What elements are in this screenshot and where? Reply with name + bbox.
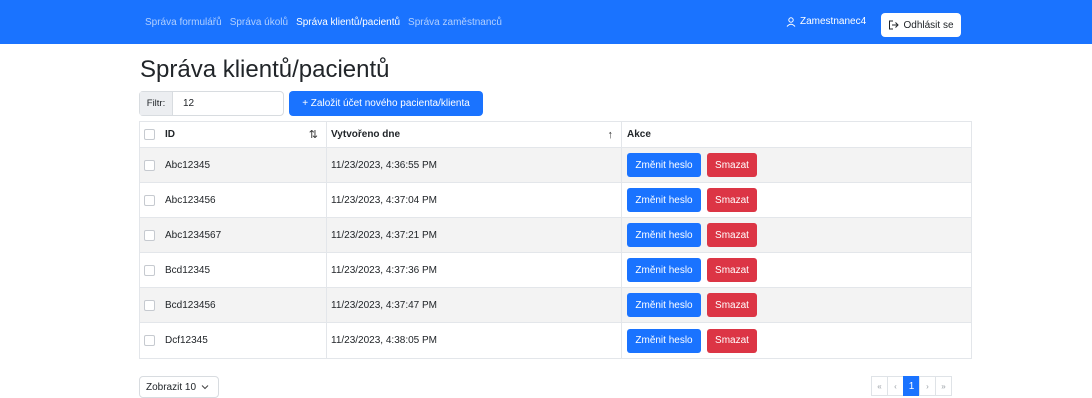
row-actions: Změnit heslo Smazat: [622, 148, 757, 182]
row-select-cell: [140, 183, 159, 217]
nav-link-tasks[interactable]: Správa úkolů: [230, 17, 288, 28]
row-select-cell: [140, 323, 159, 358]
row-created: 11/23/2023, 4:38:05 PM: [327, 323, 622, 358]
row-id: Dcf12345: [159, 323, 327, 358]
nav-user[interactable]: Zamestnanec4: [786, 16, 866, 27]
table-row: Dcf12345 11/23/2023, 4:38:05 PM Změnit h…: [140, 323, 971, 358]
table-header-row: ID ⇅ Vytvořeno dne ↑ Akce: [140, 122, 971, 148]
table-row: Bcd12345 11/23/2023, 4:37:36 PM Změnit h…: [140, 253, 971, 288]
filter-label: Filtr:: [140, 92, 173, 115]
change-password-button[interactable]: Změnit heslo: [627, 223, 701, 247]
user-name: Zamestnanec4: [800, 16, 867, 27]
row-checkbox[interactable]: [144, 264, 155, 276]
table-row: Abc12345 11/23/2023, 4:36:55 PM Změnit h…: [140, 148, 971, 183]
page-size-label: Zobrazit 10: [146, 381, 197, 393]
filter-input[interactable]: [173, 92, 283, 115]
row-id: Abc123456: [159, 183, 327, 217]
row-select-cell: [140, 288, 159, 322]
delete-button[interactable]: Smazat: [707, 188, 757, 212]
nav-links: Správa formulářů Správa úkolů Správa kli…: [145, 0, 502, 44]
page-title: Správa klientů/pacientů: [140, 56, 390, 83]
new-client-button[interactable]: + Založit účet nového pacienta/klienta: [289, 91, 483, 116]
column-header-created[interactable]: Vytvořeno dne ↑: [327, 122, 622, 147]
nav-link-clients[interactable]: Správa klientů/pacientů: [296, 17, 400, 28]
table-row: Abc1234567 11/23/2023, 4:37:21 PM Změnit…: [140, 218, 971, 253]
row-checkbox[interactable]: [144, 335, 155, 346]
row-id: Bcd123456: [159, 288, 327, 322]
row-created: 11/23/2023, 4:37:36 PM: [327, 253, 622, 287]
row-id: Bcd12345: [159, 253, 327, 287]
row-created: 11/23/2023, 4:37:21 PM: [327, 218, 622, 252]
chevron-down-icon: [201, 385, 209, 390]
navbar: Správa formulářů Správa úkolů Správa kli…: [0, 0, 1092, 44]
delete-button[interactable]: Smazat: [707, 258, 757, 282]
delete-button[interactable]: Smazat: [707, 223, 757, 247]
row-created: 11/23/2023, 4:37:04 PM: [327, 183, 622, 217]
pagination: « ‹ 1 › »: [871, 376, 952, 396]
row-actions: Změnit heslo Smazat: [622, 288, 757, 322]
logout-icon: [889, 20, 900, 30]
change-password-button[interactable]: Změnit heslo: [627, 293, 701, 317]
row-actions: Změnit heslo Smazat: [622, 218, 757, 252]
delete-button[interactable]: Smazat: [707, 293, 757, 317]
row-created: 11/23/2023, 4:36:55 PM: [327, 148, 622, 182]
sort-both-icon[interactable]: ⇅: [309, 128, 318, 141]
column-header-id-label: ID: [165, 129, 175, 140]
column-header-actions-label: Akce: [627, 129, 651, 140]
table-row: Bcd123456 11/23/2023, 4:37:47 PM Změnit …: [140, 288, 971, 323]
row-id: Abc12345: [159, 148, 327, 182]
row-actions: Změnit heslo Smazat: [622, 323, 757, 358]
nav-link-employees[interactable]: Správa zaměstnanců: [408, 17, 502, 28]
filter-group: Filtr:: [139, 91, 284, 116]
row-actions: Změnit heslo Smazat: [622, 183, 757, 217]
select-all-checkbox[interactable]: [144, 129, 155, 140]
column-header-created-label: Vytvořeno dne: [331, 129, 401, 140]
pagination-last[interactable]: »: [935, 376, 952, 396]
row-checkbox[interactable]: [144, 159, 155, 171]
user-icon: [786, 16, 796, 27]
pagination-current-page[interactable]: 1: [903, 376, 920, 396]
pagination-prev[interactable]: ‹: [887, 376, 904, 396]
clients-table: ID ⇅ Vytvořeno dne ↑ Akce Abc12345 11/23…: [139, 121, 972, 359]
logout-label: Odhlásit se: [903, 19, 954, 31]
select-all-cell: [140, 122, 159, 147]
delete-button[interactable]: Smazat: [707, 153, 757, 177]
pagination-first[interactable]: «: [871, 376, 888, 396]
change-password-button[interactable]: Změnit heslo: [627, 188, 701, 212]
row-checkbox[interactable]: [144, 194, 155, 206]
logout-button[interactable]: Odhlásit se: [881, 13, 961, 37]
change-password-button[interactable]: Změnit heslo: [627, 153, 701, 177]
delete-button[interactable]: Smazat: [707, 328, 757, 353]
row-created: 11/23/2023, 4:37:47 PM: [327, 288, 622, 322]
table-row: Abc123456 11/23/2023, 4:37:04 PM Změnit …: [140, 183, 971, 218]
sort-asc-icon[interactable]: ↑: [608, 129, 614, 141]
row-checkbox[interactable]: [144, 229, 155, 241]
row-id: Abc1234567: [159, 218, 327, 252]
row-actions: Změnit heslo Smazat: [622, 253, 757, 287]
nav-link-forms[interactable]: Správa formulářů: [145, 17, 222, 28]
change-password-button[interactable]: Změnit heslo: [627, 328, 701, 353]
pagination-next[interactable]: ›: [919, 376, 936, 396]
change-password-button[interactable]: Změnit heslo: [627, 258, 701, 282]
row-select-cell: [140, 253, 159, 287]
column-header-id[interactable]: ID ⇅: [159, 122, 327, 147]
column-header-actions: Akce: [622, 122, 651, 147]
row-select-cell: [140, 218, 159, 252]
row-select-cell: [140, 148, 159, 182]
row-checkbox[interactable]: [144, 299, 155, 311]
page-size-select[interactable]: Zobrazit 10: [139, 376, 219, 398]
